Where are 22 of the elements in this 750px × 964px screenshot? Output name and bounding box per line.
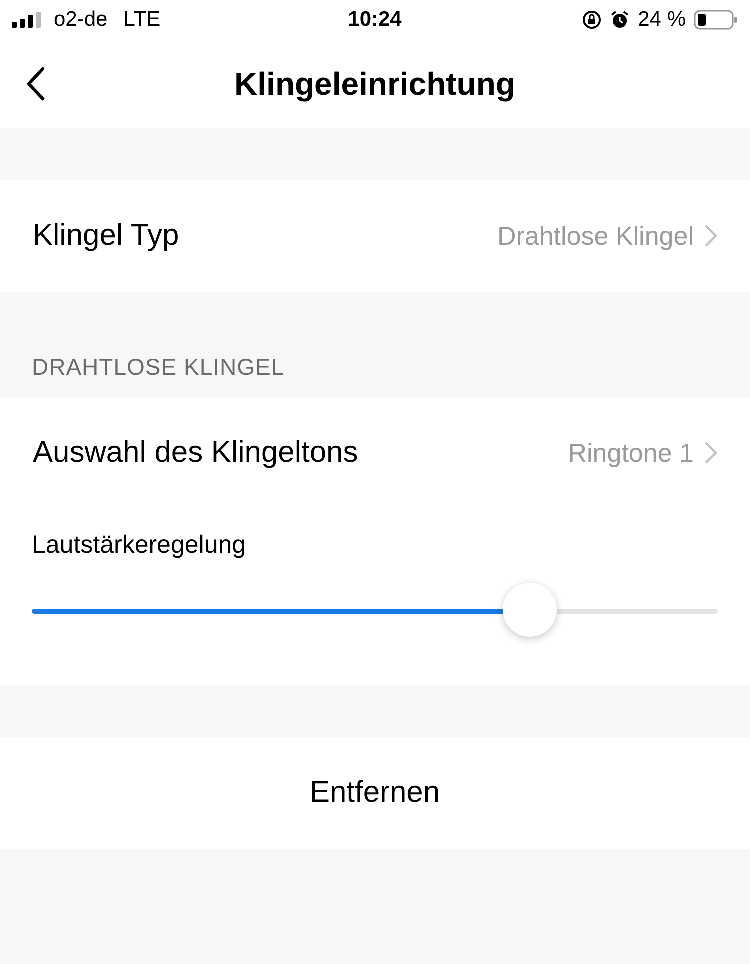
chevron-icon <box>704 224 718 248</box>
volume-label: Lautstärkeregelung <box>32 531 248 560</box>
carrier-name: o2-de <box>54 8 108 32</box>
section-header: DRAHTLOSE KLINGEL <box>32 354 285 381</box>
battery-percent: 24 % <box>638 8 686 32</box>
back-button[interactable] <box>26 67 46 101</box>
row-value: Drahtlose Klingel <box>497 220 694 252</box>
rotation-lock-icon <box>582 10 602 30</box>
chevron-icon <box>704 441 718 465</box>
row-label: Auswahl des Klingeltons <box>33 436 360 470</box>
row-value: Ringtone 1 <box>568 438 694 468</box>
alarm-icon <box>610 10 630 30</box>
volume-slider[interactable] <box>32 583 718 639</box>
back-icon <box>26 67 46 101</box>
row-label: Klingel Typ <box>33 219 180 253</box>
slider-thumb[interactable] <box>503 583 558 637</box>
remove-button[interactable]: Entfernen <box>0 737 750 849</box>
network-type: LTE <box>124 8 161 32</box>
battery-icon <box>694 10 738 30</box>
bell-type-row[interactable]: Klingel Typ Drahtlose Klingel <box>0 180 750 292</box>
screen-title: Klingeleinrichtung <box>234 66 516 102</box>
status-time: 10:24 <box>347 8 403 32</box>
